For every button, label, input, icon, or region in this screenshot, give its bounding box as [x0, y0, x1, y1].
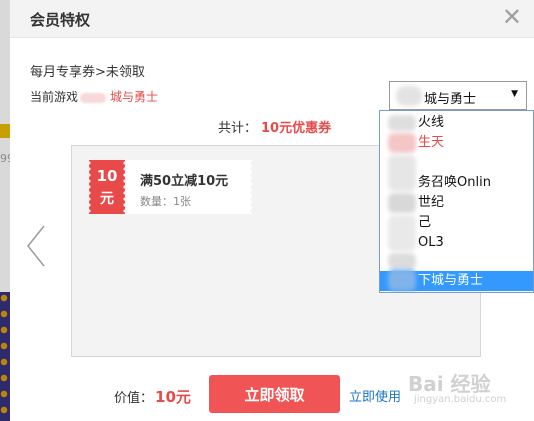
breadcrumb: 每月专享券>未领取 [30, 65, 145, 80]
coupon-amount-block: 10 元 [89, 160, 125, 214]
current-game-name: 城与勇士 [110, 90, 159, 104]
game-dropdown-list: 火线 生天 务召唤Onlin 世纪 己 OL3 下城与勇士 [379, 110, 534, 293]
coupon-unit: 元 [100, 191, 114, 207]
backdrop-band [0, 124, 10, 138]
dialog-title: 会员特权 [30, 11, 91, 29]
value-amount: 10元 [155, 388, 191, 406]
coupon-perforation [250, 160, 254, 214]
watermark-main: Bai 经验 [408, 372, 491, 396]
coupon-card[interactable]: 10 元 满50立减10元 数量：1张 [87, 160, 254, 214]
current-game-label: 当前游戏 [30, 90, 79, 104]
coupon-perforation [87, 160, 91, 214]
total-label: 共计： [218, 121, 258, 136]
backdrop-pattern [0, 292, 10, 421]
use-now-link[interactable]: 立即使用 [349, 386, 401, 405]
value-label: 价值： [114, 391, 154, 406]
coupon-value: 价值： 10元 [114, 386, 191, 407]
chevron-left-icon[interactable] [25, 224, 47, 268]
total-summary: 共计： 10元优惠券 [218, 117, 331, 136]
close-icon[interactable]: ✕ [502, 4, 522, 30]
coupon-amount: 10 [96, 167, 118, 185]
baidu-watermark: Bai 经验 jingyan.baidu.com [408, 368, 506, 405]
coupon-condition: 满50立减10元 [140, 174, 229, 189]
claim-button[interactable]: 立即领取 [209, 375, 340, 413]
total-value: 10元优惠券 [261, 121, 332, 136]
watermark-sub: jingyan.baidu.com [414, 394, 507, 405]
game-select-value: 城与勇士 [424, 92, 477, 107]
redacted-mask [80, 92, 107, 103]
chevron-down-icon[interactable]: ▼ [511, 89, 518, 99]
coupon-quantity: 数量：1张 [140, 195, 191, 208]
coupon-perforation [123, 160, 127, 214]
redacted-mask [380, 111, 416, 292]
dialog-header: 会员特权 ✕ [10, 0, 534, 38]
game-select[interactable]: 城与勇士 ▼ [389, 81, 527, 110]
current-game-row: 当前游戏 城与勇士 [30, 88, 158, 105]
redacted-mask [396, 86, 422, 106]
